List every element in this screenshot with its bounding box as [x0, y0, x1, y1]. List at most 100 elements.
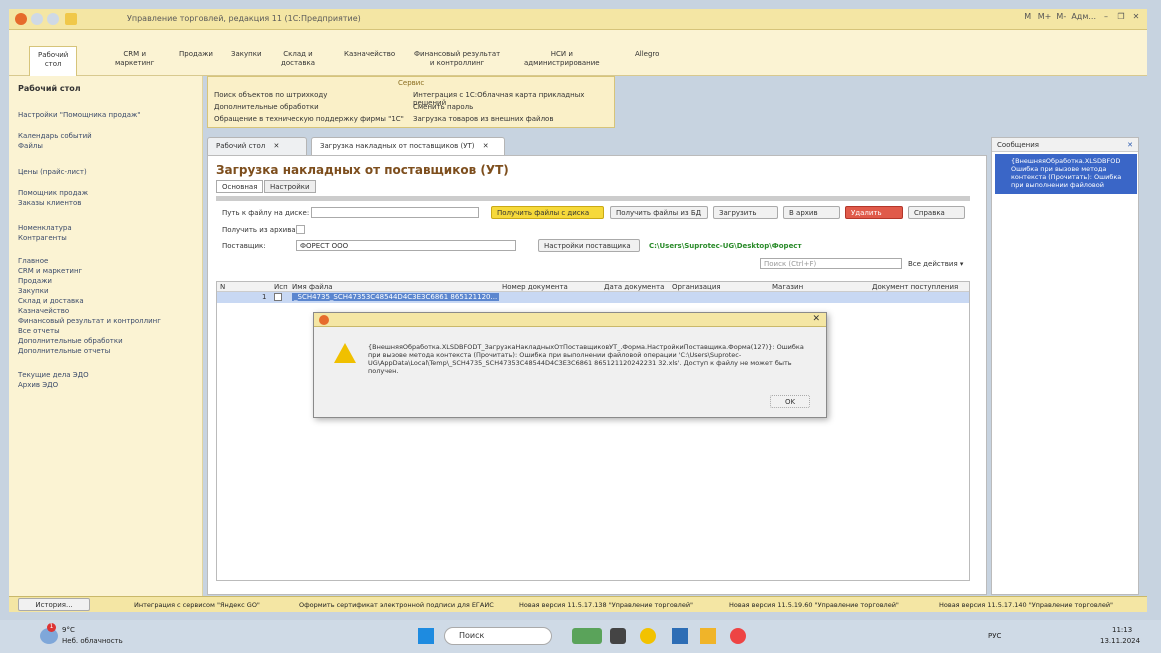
supplier-input[interactable]: ФОРЕСТ ООО [296, 240, 516, 251]
file-explorer-icon[interactable] [700, 628, 716, 644]
m-button[interactable]: M [1023, 12, 1033, 21]
section-2[interactable]: Продажи [179, 50, 213, 59]
row-checkbox[interactable] [274, 293, 282, 301]
weather-desc[interactable]: Неб. облачность [62, 637, 123, 645]
tab-close-icon[interactable]: ✕ [274, 142, 280, 150]
taskbar-app-icon[interactable] [672, 628, 688, 644]
clock-time[interactable]: 11:13 [1112, 626, 1132, 634]
taskbar-app-icon[interactable] [572, 628, 602, 644]
left-nav-item[interactable]: Дополнительные обработки [18, 337, 123, 345]
left-nav-item[interactable]: Календарь событий [18, 132, 92, 140]
star-icon[interactable] [65, 13, 77, 25]
chrome-icon[interactable] [730, 628, 746, 644]
subtab-main[interactable]: Основная [216, 180, 264, 193]
left-nav-item[interactable]: Цены (прайс-лист) [18, 168, 87, 176]
left-nav-item[interactable]: Все отчеты [18, 327, 60, 335]
all-actions-menu[interactable]: Все действия ▾ [908, 260, 963, 268]
section-6[interactable]: Финансовый результат и контроллинг [414, 50, 500, 68]
back-icon[interactable] [31, 13, 43, 25]
left-nav-item[interactable]: Склад и доставка [18, 297, 84, 305]
get-files-db-button[interactable]: Получить файлы из БД [610, 206, 708, 219]
forward-icon[interactable] [47, 13, 59, 25]
section-5[interactable]: Казначейство [344, 50, 395, 59]
mminus-button[interactable]: M- [1056, 12, 1066, 21]
minimize-icon[interactable]: – [1101, 12, 1111, 21]
messages-header: Сообщения ✕ [992, 138, 1138, 152]
load-button[interactable]: Загрузить [713, 206, 778, 219]
status-link[interactable]: Новая версия 11.5.17.140 "Управление тор… [939, 601, 1113, 609]
language-indicator[interactable]: РУС [988, 632, 1001, 640]
mplus-button[interactable]: M+ [1038, 12, 1052, 21]
status-link[interactable]: Новая версия 11.5.17.138 "Управление тор… [519, 601, 693, 609]
ok-button[interactable]: OK [770, 395, 810, 408]
user-menu[interactable]: Адм... [1071, 12, 1096, 21]
app-logo-icon[interactable] [15, 13, 27, 25]
status-link[interactable]: Новая версия 11.5.19.60 "Управление торг… [729, 601, 899, 609]
section-8[interactable]: Allegro [635, 50, 659, 59]
supplier-path: C:\Users\Suprotec-UG\Desktop\Форест [649, 242, 802, 250]
dialog-close-icon[interactable]: ✕ [812, 314, 820, 324]
left-nav-item[interactable]: Архив ЭДО [18, 381, 58, 389]
subtab-settings[interactable]: Настройки [264, 180, 316, 193]
notification-badge: 1 [47, 623, 56, 632]
col-doc-number: Номер документа [502, 283, 568, 291]
service-barcode-search[interactable]: Поиск объектов по штрихкоду [214, 91, 327, 99]
path-label: Путь к файлу на диске: [222, 209, 310, 217]
table-header: N Исп Имя файла Номер документа Дата док… [217, 282, 969, 292]
service-additional-processing[interactable]: Дополнительные обработки [214, 103, 319, 111]
taskbar-app-icon[interactable] [610, 628, 626, 644]
left-nav-item[interactable]: Номенклатура [18, 224, 72, 232]
left-nav-item[interactable]: Дополнительные отчеты [18, 347, 110, 355]
path-input[interactable] [311, 207, 479, 218]
restore-icon[interactable]: ❐ [1116, 12, 1126, 21]
section-1[interactable]: CRM и маркетинг [115, 50, 154, 68]
left-nav-item[interactable]: Закупки [18, 287, 49, 295]
left-nav-item[interactable]: Текущие дела ЭДО [18, 371, 89, 379]
left-nav-item[interactable]: Главное [18, 257, 48, 265]
tab-desktop[interactable]: Рабочий стол ✕ [207, 137, 307, 155]
delete-button[interactable]: Удалить [845, 206, 903, 219]
service-change-password[interactable]: Сменить пароль [413, 103, 473, 111]
taskbar-search[interactable]: Поиск [444, 627, 552, 645]
help-button[interactable]: Справка [908, 206, 965, 219]
left-nav-item[interactable]: Финансовый результат и контроллинг [18, 317, 161, 325]
left-panel-title: Рабочий стол [18, 84, 81, 93]
left-nav-item[interactable]: Контрагенты [18, 234, 67, 242]
col-n: N [220, 283, 226, 291]
dialog-message: {ВнешняяОбработка.XLSDBFODT_ЗагрузкаНакл… [368, 343, 804, 375]
status-link[interactable]: Оформить сертификат электронной подписи … [299, 601, 494, 609]
1c-app-icon[interactable] [640, 628, 656, 644]
open-tabs: Рабочий стол ✕ Загрузка накладных от пос… [207, 137, 987, 155]
left-nav-item[interactable]: Файлы [18, 142, 43, 150]
section-7[interactable]: НСИ и администрирование [524, 50, 600, 68]
from-archive-checkbox[interactable] [296, 225, 305, 234]
left-nav-item[interactable]: Казначейство [18, 307, 69, 315]
table-row[interactable]: 1 _SCH4735_SCH47353C48544D4C3E3C6861 865… [217, 292, 969, 303]
section-3[interactable]: Закупки [231, 50, 262, 59]
left-nav-item[interactable]: CRM и маркетинг [18, 267, 82, 275]
left-nav-item[interactable]: Помощник продаж [18, 189, 88, 197]
archive-button[interactable]: В архив [783, 206, 840, 219]
tab-invoice-load[interactable]: Загрузка накладных от поставщиков (УТ) ✕ [311, 137, 505, 155]
get-files-disk-button[interactable]: Получить файлы с диска [491, 206, 604, 219]
section-0[interactable]: Рабочий стол [29, 46, 78, 76]
windows-start-icon[interactable] [418, 628, 434, 644]
service-support[interactable]: Обращение в техническую поддержку фирмы … [214, 115, 404, 123]
warning-icon [334, 343, 356, 363]
left-nav-item[interactable]: Заказы клиентов [18, 199, 81, 207]
history-button[interactable]: История... [18, 598, 90, 611]
left-nav-item[interactable]: Продажи [18, 277, 52, 285]
status-link[interactable]: Интеграция с сервисом "Яндекс GO" [134, 601, 260, 609]
left-nav-item[interactable]: Настройки "Помощника продаж" [18, 111, 141, 119]
tab-close-icon[interactable]: ✕ [483, 142, 489, 150]
search-input[interactable]: Поиск (Ctrl+F) [760, 258, 902, 269]
supplier-settings-button[interactable]: Настройки поставщика [538, 239, 640, 252]
messages-close-icon[interactable]: ✕ [1127, 141, 1133, 149]
section-4[interactable]: Склад и доставка [281, 50, 315, 68]
service-load-goods[interactable]: Загрузка товаров из внешних файлов [413, 115, 553, 123]
close-icon[interactable]: ✕ [1131, 12, 1141, 21]
toolbar-strip [216, 196, 970, 201]
clock-date[interactable]: 13.11.2024 [1100, 637, 1140, 645]
weather-temp[interactable]: 9°C [62, 626, 75, 634]
message-item[interactable]: {ВнешняяОбработка.XLSDBFOD Ошибка при вы… [995, 154, 1137, 194]
